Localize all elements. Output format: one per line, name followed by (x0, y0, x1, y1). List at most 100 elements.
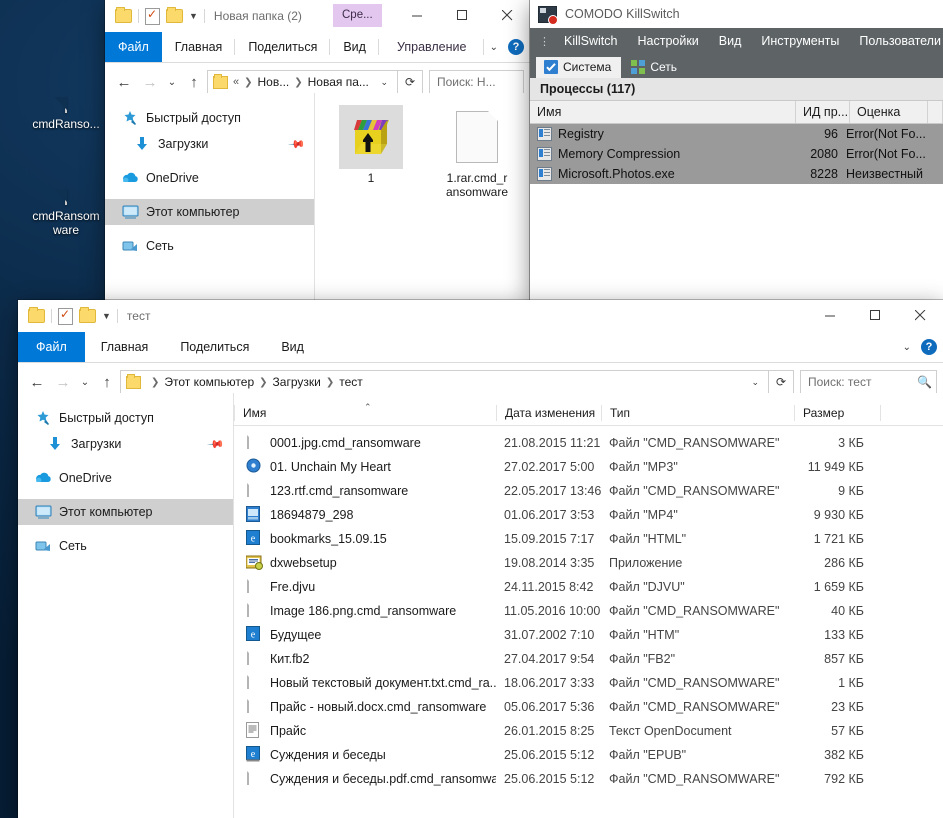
process-row[interactable]: Memory Compression 2080 Error(Not Fo... (530, 144, 943, 164)
column-type[interactable]: Тип (601, 405, 794, 421)
address-dropdown-icon[interactable]: ⌄ (373, 77, 395, 88)
processes-column-header[interactable]: Имя ИД пр... Оценка (530, 101, 943, 124)
chevron-down-icon[interactable]: ⌄ (490, 42, 498, 53)
back-button[interactable]: ← (111, 70, 137, 94)
file-row[interactable]: e Суждения и беседы 25.06.2015 5:12 Файл "E… (234, 743, 943, 767)
file-row[interactable]: 0001.jpg.cmd_ransomware 21.08.2015 11:21 Ф… (234, 431, 943, 455)
search-box[interactable]: Поиск: тест 🔍 (800, 369, 937, 395)
tab-system[interactable]: Система (536, 57, 622, 78)
close-icon[interactable] (485, 0, 530, 31)
processes-list[interactable]: Registry 96 Error(Not Fo... Memory Compr… (530, 124, 943, 301)
back-button[interactable]: ← (24, 370, 50, 394)
search-input[interactable]: Поиск: тест (808, 375, 917, 389)
file-list-pane[interactable]: 1 1.rar.cmd_r ansomware (314, 93, 530, 301)
file-row[interactable]: e Будущее 31.07.2002 7:10 Файл "HTM" 133 КБ (234, 623, 943, 647)
up-button[interactable]: ↑ (181, 70, 207, 94)
file-row[interactable]: Прайс - новый.docx.cmd_ransomware 05.06.2… (234, 695, 943, 719)
refresh-icon[interactable]: ⟳ (769, 369, 794, 395)
explorer-window-test[interactable]: ▼ тест Файл Главная Поделиться Вид ⌄ ? ←… (18, 300, 943, 818)
breadcrumb[interactable]: ❯ Этот компьютер ❯ Загрузки ❯ тест ⌄ (120, 369, 769, 395)
file-list[interactable]: 0001.jpg.cmd_ransomware 21.08.2015 11:21 Ф… (234, 426, 943, 791)
close-icon[interactable] (898, 300, 943, 331)
breadcrumb[interactable]: « ❯ Нов... ❯ Новая па... ⌄ (207, 69, 398, 95)
tab-manage[interactable]: Управление (379, 32, 485, 62)
sidebar-item-network[interactable]: Сеть (18, 533, 233, 559)
tab-view[interactable]: Вид (330, 32, 379, 62)
sidebar-item-network[interactable]: Сеть (105, 233, 314, 259)
explorer-window-new-folder-2[interactable]: ▼ Новая папка (2) Сре... Файл Главная По… (105, 0, 530, 301)
menu-grip-icon[interactable]: ⋮ (534, 35, 554, 48)
ribbon-right-controls[interactable]: ⌄ ? (903, 332, 937, 362)
sidebar-item-onedrive[interactable]: OneDrive (18, 465, 233, 491)
process-row[interactable]: Microsoft.Photos.exe 8228 Неизвестный (530, 164, 943, 184)
file-row[interactable]: Кит.fb2 27.04.2017 9:54 Файл "FB2" 857 КБ (234, 647, 943, 671)
forward-button[interactable]: → (137, 70, 163, 94)
desktop-icon[interactable]: cmdRanso... (18, 97, 114, 131)
killswitch-menubar[interactable]: ⋮ KillSwitch Настройки Вид Инструменты П… (530, 28, 943, 54)
killswitch-titlebar[interactable]: COMODO KillSwitch (530, 0, 943, 28)
column-date-modified[interactable]: Дата изменения (496, 405, 601, 421)
new-folder-icon[interactable] (166, 7, 183, 23)
sidebar-item-downloads[interactable]: Загрузки 📌 (105, 131, 314, 157)
folder-icon[interactable] (115, 7, 132, 23)
titlebar[interactable]: ▼ Новая папка (2) Сре... (105, 0, 530, 32)
maximize-icon[interactable] (853, 300, 898, 331)
tab-home[interactable]: Главная (162, 32, 236, 62)
file-row[interactable]: 123.rtf.cmd_ransomware 22.05.2017 13:46 Фа… (234, 479, 943, 503)
file-tile[interactable]: 1 (325, 105, 417, 199)
tab-network[interactable]: Сеть (623, 57, 687, 78)
customize-caret-icon[interactable]: ▼ (189, 11, 198, 21)
titlebar[interactable]: ▼ тест (18, 300, 943, 332)
navigation-pane[interactable]: Быстрый доступ Загрузки 📌 OneDrive Этот … (18, 393, 233, 818)
quick-access-toolbar[interactable]: ▼ (18, 306, 118, 325)
maximize-icon[interactable] (440, 0, 485, 31)
ribbon-right-controls[interactable]: ⌄ ? (490, 32, 524, 62)
properties-icon[interactable] (58, 306, 73, 325)
file-row[interactable]: e bookmarks_15.09.15 15.09.2015 7:17 Файл "… (234, 527, 943, 551)
search-icon[interactable]: 🔍 (917, 375, 932, 389)
folder-icon[interactable] (28, 307, 45, 323)
sidebar-item-quick-access[interactable]: Быстрый доступ (105, 105, 314, 131)
chevron-down-icon[interactable]: ⌄ (903, 342, 911, 353)
column-rating[interactable]: Оценка (850, 101, 928, 123)
column-name[interactable]: Имя (530, 101, 796, 123)
help-icon[interactable]: ? (508, 39, 524, 55)
column-pid[interactable]: ИД пр... (796, 101, 850, 123)
file-row[interactable]: Image 186.png.cmd_ransomware 11.05.2016 1… (234, 599, 943, 623)
file-list-pane[interactable]: ⌃ Имя Дата изменения Тип Размер 0001.jpg… (233, 393, 943, 818)
breadcrumb-crumb[interactable]: Загрузки (273, 375, 321, 389)
breadcrumb-crumb[interactable]: тест (339, 375, 363, 389)
breadcrumb-crumb[interactable]: Этот компьютер (164, 375, 254, 389)
pin-icon[interactable]: 📌 (288, 135, 307, 153)
tab-file[interactable]: Файл (105, 32, 162, 62)
file-tile[interactable]: 1.rar.cmd_r ansomware (431, 105, 523, 199)
sidebar-item-this-pc[interactable]: Этот компьютер (105, 199, 314, 225)
search-box[interactable]: Поиск: Н... (429, 69, 524, 95)
window-controls[interactable] (808, 300, 943, 331)
sidebar-item-quick-access[interactable]: Быстрый доступ (18, 405, 233, 431)
breadcrumb-crumb[interactable]: Новая па... (308, 75, 369, 89)
file-row[interactable]: Прайс 26.01.2015 8:25 Текст OpenDocument 57… (234, 719, 943, 743)
tab-file[interactable]: Файл (18, 332, 85, 362)
tab-view[interactable]: Вид (265, 332, 320, 362)
forward-button[interactable]: → (50, 370, 76, 394)
recent-locations-icon[interactable]: ⌄ (163, 70, 181, 94)
file-row[interactable]: Суждения и беседы.pdf.cmd_ransomware 25.0… (234, 767, 943, 791)
comodo-killswitch-window[interactable]: COMODO KillSwitch ⋮ KillSwitch Настройки… (530, 0, 943, 301)
tab-home[interactable]: Главная (85, 332, 165, 362)
menu-users[interactable]: Пользователи (849, 28, 943, 54)
column-size[interactable]: Размер (794, 405, 880, 421)
ribbon-tabs[interactable]: Файл Главная Поделиться Вид Управление ⌄… (105, 32, 530, 63)
navigation-pane[interactable]: Быстрый доступ Загрузки 📌 OneDrive Этот … (105, 93, 314, 301)
file-list-column-header[interactable]: ⌃ Имя Дата изменения Тип Размер (234, 401, 943, 426)
file-row[interactable]: Новый текстовый документ.txt.cmd_ra... 18… (234, 671, 943, 695)
file-row[interactable]: 18694879_298 01.06.2017 3:53 Файл "MP4" 9 9… (234, 503, 943, 527)
minimize-icon[interactable] (808, 300, 853, 331)
customize-caret-icon[interactable]: ▼ (102, 311, 111, 321)
up-button[interactable]: ↑ (94, 370, 120, 394)
refresh-icon[interactable]: ⟳ (398, 69, 423, 95)
menu-killswitch[interactable]: KillSwitch (554, 28, 628, 54)
search-input[interactable]: Поиск: Н... (437, 75, 519, 89)
menu-settings[interactable]: Настройки (628, 28, 709, 54)
minimize-icon[interactable] (395, 0, 440, 31)
